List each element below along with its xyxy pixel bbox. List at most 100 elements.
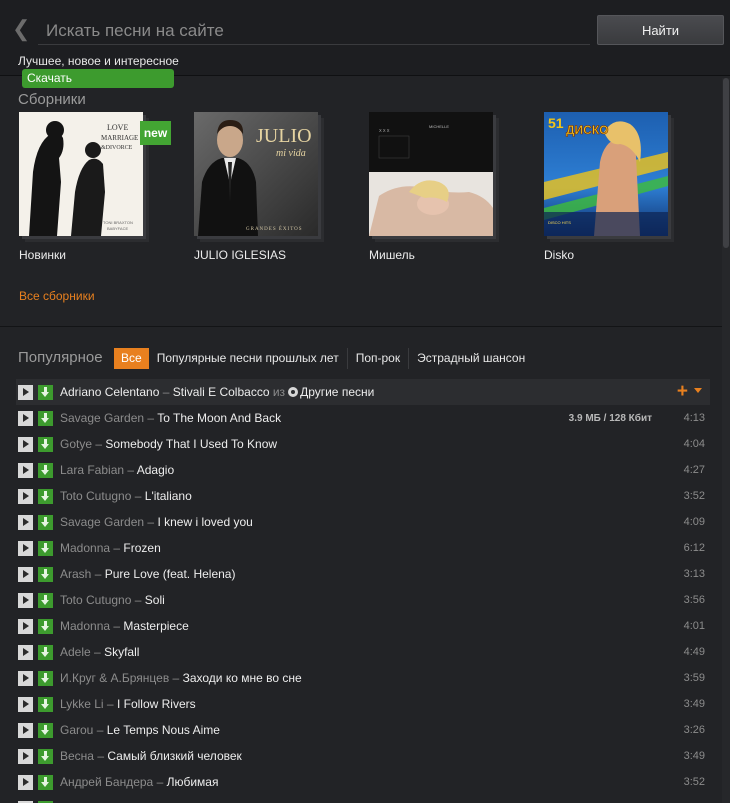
play-icon[interactable] (18, 462, 33, 478)
album-cover-love-marriage[interactable]: LOVE MARRIAGE &DIVORCE TONI BRAXTON BABY… (19, 112, 143, 236)
track-row[interactable]: Lara Fabian – Adagio 4:27 (16, 457, 710, 483)
track-artist[interactable]: Весна (60, 749, 94, 763)
svg-text:Ⅹ Ⅹ Ⅹ: Ⅹ Ⅹ Ⅹ (379, 128, 390, 133)
track-row[interactable]: Gotye – Somebody That I Used To Know 4:0… (16, 431, 710, 457)
download-icon[interactable] (38, 384, 53, 400)
track-text: И.Круг & А.Брянцев – Заходи ко мне во сн… (60, 671, 302, 685)
play-icon[interactable] (18, 384, 33, 400)
download-icon[interactable] (38, 696, 53, 712)
filter-chanson[interactable]: Эстрадный шансон (408, 348, 533, 369)
track-artist[interactable]: Savage Garden (60, 411, 144, 425)
add-icon[interactable]: + (677, 382, 688, 401)
track-artist[interactable]: Arash (60, 567, 91, 581)
track-row[interactable]: Madonna – Masterpiece 4:01 (16, 613, 710, 639)
track-row[interactable]: Savage Garden – I knew i loved you 4:09 (16, 509, 710, 535)
track-row[interactable]: И.Круг & А.Брянцев – Заходи ко мне во сн… (16, 665, 710, 691)
track-row[interactable] (16, 795, 710, 803)
track-title: Skyfall (104, 645, 140, 659)
collection-item[interactable]: JULIO mi vida GRANDES ÉXITOS JULIO IGLES… (194, 112, 324, 262)
play-icon[interactable] (18, 488, 33, 504)
track-title: Masterpiece (123, 619, 189, 633)
download-icon[interactable] (38, 488, 53, 504)
track-artist[interactable]: И.Круг & А.Брянцев (60, 671, 169, 685)
collection-item[interactable]: Ⅹ Ⅹ Ⅹ MICHELLE Мишель (369, 112, 499, 262)
filter-all[interactable]: Все (114, 348, 149, 369)
track-row[interactable]: Adriano Celentano – Stivali E Colbacco и… (16, 379, 710, 405)
play-icon[interactable] (18, 566, 33, 582)
album-link[interactable]: Другие песни (300, 385, 374, 399)
play-icon[interactable] (18, 722, 33, 738)
collection-name[interactable]: Disko (544, 248, 674, 262)
track-artist[interactable]: Toto Cutugno (60, 593, 131, 607)
track-duration: 4:27 (683, 464, 705, 476)
back-arrow-icon[interactable]: ❮ (12, 17, 30, 41)
download-icon[interactable] (38, 462, 53, 478)
play-icon[interactable] (18, 618, 33, 634)
track-artist[interactable]: Savage Garden (60, 515, 144, 529)
collection-name[interactable]: Новинки (19, 248, 149, 262)
scrollbar-thumb[interactable] (723, 78, 729, 248)
download-icon[interactable] (38, 618, 53, 634)
download-icon[interactable] (38, 566, 53, 582)
scrollbar[interactable] (722, 78, 730, 803)
track-artist[interactable]: Madonna (60, 619, 110, 633)
play-icon[interactable] (18, 774, 33, 790)
download-icon[interactable] (38, 722, 53, 738)
track-row[interactable]: Toto Cutugno – Soli 3:56 (16, 587, 710, 613)
track-row[interactable]: Madonna – Frozen 6:12 (16, 535, 710, 561)
dropdown-caret-icon[interactable] (694, 388, 702, 393)
play-icon[interactable] (18, 670, 33, 686)
collection-name[interactable]: Мишель (369, 248, 499, 262)
track-row[interactable]: Toto Cutugno – L'italiano 3:52 (16, 483, 710, 509)
play-icon[interactable] (18, 514, 33, 530)
download-icon[interactable] (38, 514, 53, 530)
track-row[interactable]: Андрей Бандера – Любимая 3:52 (16, 769, 710, 795)
download-icon[interactable] (38, 774, 53, 790)
play-icon[interactable] (18, 410, 33, 426)
download-icon[interactable] (38, 410, 53, 426)
track-artist[interactable]: Adele (60, 645, 91, 659)
track-title: Заходи ко мне во сне (182, 671, 302, 685)
track-artist[interactable]: Madonna (60, 541, 110, 555)
track-artist[interactable]: Lykke Li (60, 697, 104, 711)
collection-name[interactable]: JULIO IGLESIAS (194, 248, 324, 262)
track-artist[interactable]: Lara Fabian (60, 463, 124, 477)
collection-item[interactable]: LOVE MARRIAGE &DIVORCE TONI BRAXTON BABY… (19, 112, 149, 262)
all-collections-link[interactable]: Все сборники (19, 289, 95, 303)
track-artist[interactable]: Adriano Celentano (60, 385, 159, 399)
track-artist[interactable]: Андрей Бандера (60, 775, 153, 789)
album-cover-julio-iglesias[interactable]: JULIO mi vida GRANDES ÉXITOS (194, 112, 318, 236)
download-icon[interactable] (38, 644, 53, 660)
collection-item[interactable]: 51 ДИСКО DISCO HITS Disko (544, 112, 674, 262)
album-cover-disko[interactable]: 51 ДИСКО DISCO HITS (544, 112, 668, 236)
track-duration: 3:13 (683, 568, 705, 580)
play-icon[interactable] (18, 592, 33, 608)
track-title: L'italiano (144, 489, 192, 503)
play-icon[interactable] (18, 540, 33, 556)
download-icon[interactable] (38, 748, 53, 764)
download-icon[interactable] (38, 670, 53, 686)
search-input[interactable] (38, 17, 590, 45)
filter-popular-old[interactable]: Популярные песни прошлых лет (149, 348, 347, 369)
track-artist[interactable]: Garou (60, 723, 93, 737)
album-cover-michelle[interactable]: Ⅹ Ⅹ Ⅹ MICHELLE (369, 112, 493, 236)
track-row[interactable]: Arash – Pure Love (feat. Helena) 3:13 (16, 561, 710, 587)
track-row[interactable]: Savage Garden – To The Moon And Back 3.9… (16, 405, 710, 431)
track-artist[interactable]: Toto Cutugno (60, 489, 131, 503)
play-icon[interactable] (18, 436, 33, 452)
track-row[interactable]: Lykke Li – I Follow Rivers 3:49 (16, 691, 710, 717)
play-icon[interactable] (18, 748, 33, 764)
track-duration: 4:49 (683, 646, 705, 658)
search-button[interactable]: Найти (597, 15, 724, 45)
download-tooltip[interactable]: Скачать (22, 69, 174, 88)
track-row[interactable]: Весна – Самый близкий человек 3:49 (16, 743, 710, 769)
play-icon[interactable] (18, 696, 33, 712)
download-icon[interactable] (38, 436, 53, 452)
download-icon[interactable] (38, 540, 53, 556)
play-icon[interactable] (18, 644, 33, 660)
track-row[interactable]: Adele – Skyfall 4:49 (16, 639, 710, 665)
track-artist[interactable]: Gotye (60, 437, 92, 451)
filter-pop-rock[interactable]: Поп-рок (346, 348, 408, 369)
download-icon[interactable] (38, 592, 53, 608)
track-row[interactable]: Garou – Le Temps Nous Aime 3:26 (16, 717, 710, 743)
